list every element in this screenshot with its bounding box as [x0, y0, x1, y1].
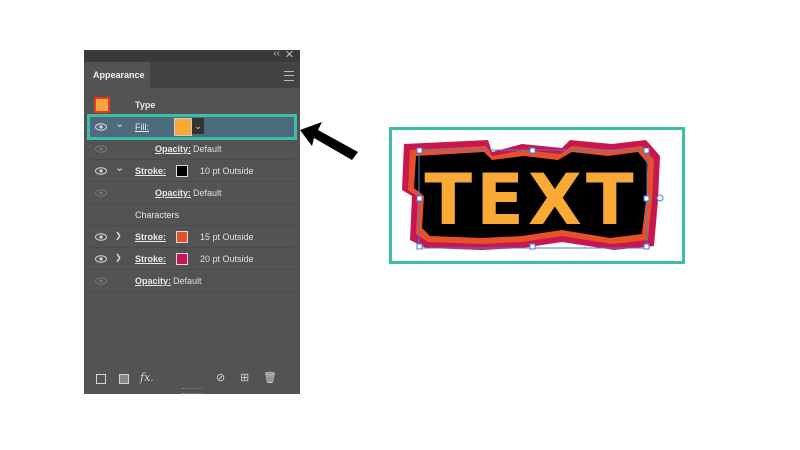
opacity-value: Default — [193, 188, 222, 198]
opacity-label[interactable]: Opacity: — [135, 276, 171, 286]
chevron-down-icon[interactable]: ⌄ — [115, 161, 124, 174]
resize-grip[interactable] — [182, 388, 202, 394]
type-row[interactable]: Type — [90, 94, 294, 116]
stroke-swatch-orange[interactable] — [176, 231, 188, 243]
opacity-value: Default — [173, 276, 202, 286]
tab-appearance[interactable]: Appearance — [84, 62, 150, 88]
opacity-label[interactable]: Opacity: — [155, 188, 191, 198]
fx-icon[interactable]: fx. — [140, 372, 154, 384]
stroke-value: 15 pt Outside — [200, 232, 254, 242]
opacity-value: Default — [193, 144, 222, 154]
object-opacity-row[interactable]: Opacity: Default — [90, 270, 294, 292]
artwork-text: TEXT — [424, 159, 637, 241]
tab-bar: Appearance — [84, 62, 300, 88]
stroke-swatch-crimson[interactable] — [176, 253, 188, 265]
bottom-toolbar: fx. ⊘ ⊞ 🗑 — [84, 368, 300, 388]
text-artwork: TEXT — [402, 140, 664, 250]
chevron-right-icon[interactable]: ❯ — [115, 253, 122, 262]
stroke-label[interactable]: Stroke: — [135, 166, 166, 176]
chevron-right-icon[interactable]: ❯ — [115, 231, 122, 240]
new-fill-icon[interactable] — [119, 374, 129, 384]
stroke-label[interactable]: Stroke: — [135, 254, 166, 264]
type-thumbnail-icon — [94, 97, 110, 113]
close-icon[interactable]: ✕ — [285, 48, 294, 61]
stroke-value: 10 pt Outside — [200, 166, 254, 176]
clear-icon[interactable]: ⊘ — [216, 372, 225, 384]
fill-opacity-row[interactable]: Opacity: Default — [90, 138, 294, 160]
type-label: Type — [135, 100, 156, 110]
eye-icon[interactable] — [95, 275, 107, 287]
stroke-row-1[interactable]: ⌄ Stroke: 10 pt Outside — [90, 160, 294, 182]
stroke-value: 20 pt Outside — [200, 254, 254, 264]
stroke-swatch-black[interactable] — [176, 165, 188, 177]
characters-label: Characters — [135, 210, 180, 220]
panel-title-strip: ‹‹ ✕ — [84, 48, 300, 62]
eye-icon[interactable] — [95, 187, 107, 199]
duplicate-icon[interactable]: ⊞ — [240, 372, 249, 384]
eye-icon[interactable] — [95, 253, 107, 265]
stroke-row-2[interactable]: ❯ Stroke: 15 pt Outside — [90, 226, 294, 248]
opacity-label[interactable]: Opacity: — [155, 144, 191, 154]
menu-icon[interactable] — [284, 71, 294, 81]
collapse-icon[interactable]: ‹‹ — [273, 48, 280, 59]
arrow-pointer — [300, 122, 358, 160]
trash-icon[interactable]: 🗑 — [263, 372, 277, 384]
eye-icon[interactable] — [95, 231, 107, 243]
eye-icon[interactable] — [95, 143, 107, 155]
stroke-label[interactable]: Stroke: — [135, 232, 166, 242]
stroke-opacity-row[interactable]: Opacity: Default — [90, 182, 294, 204]
new-stroke-icon[interactable] — [96, 374, 106, 384]
appearance-panel: ‹‹ ✕ Appearance Type ⌄ Fill: ⌄ Opacity: … — [84, 48, 300, 394]
eye-icon[interactable] — [95, 165, 107, 177]
characters-row[interactable]: Characters — [90, 204, 294, 226]
fill-row-highlight-box — [87, 114, 297, 140]
stroke-row-3[interactable]: ❯ Stroke: 20 pt Outside — [90, 248, 294, 270]
